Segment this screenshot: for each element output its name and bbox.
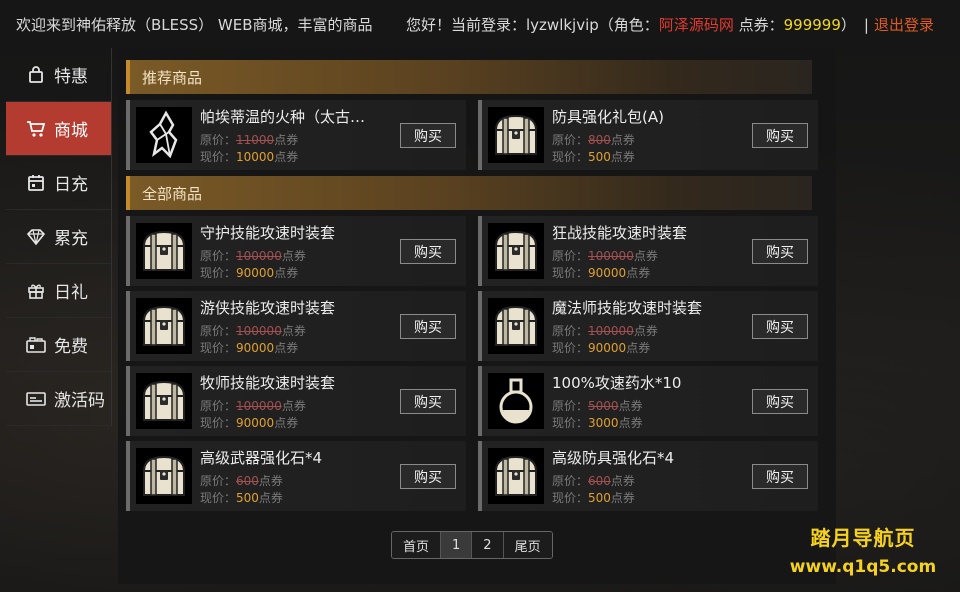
current-price: 现价：500点券 <box>552 491 635 505</box>
chest-icon <box>136 373 192 429</box>
product-name: 100%攻速药水*10 <box>552 374 682 392</box>
product-name: 狂战技能攻速时装套 <box>552 224 688 242</box>
buy-button[interactable]: 购买 <box>752 389 808 414</box>
role-name: 阿泽源码网 <box>658 15 734 34</box>
current-price: 现价：90000点券 <box>200 416 299 430</box>
product-name: 守护技能攻速时装套 <box>200 224 336 242</box>
user-info: 您好！当前登录：lyzwlkjvip（角色：阿泽源码网 点券：999999） | 退… <box>406 15 934 34</box>
original-price: 原价：100000点券 <box>552 249 658 263</box>
chest-icon <box>136 448 192 504</box>
sidebar-item-daily-recharge[interactable]: 日充 <box>6 156 111 210</box>
current-price: 现价：90000点券 <box>552 341 651 355</box>
potion-icon <box>488 373 544 429</box>
product-name: 魔法师技能攻速时装套 <box>552 299 703 317</box>
product-card: 100%攻速药水*10 原价：5000点券 现价：3000点券 购买 <box>478 366 818 436</box>
separator: | <box>863 15 869 34</box>
page-first-button[interactable]: 首页 <box>392 532 442 558</box>
current-price: 现价：90000点券 <box>200 266 299 280</box>
current-price: 现价：3000点券 <box>552 416 643 430</box>
buy-button[interactable]: 购买 <box>752 464 808 489</box>
free-icon <box>26 335 46 355</box>
sidebar-item-specials[interactable]: 特惠 <box>6 48 111 102</box>
cart-icon <box>26 119 46 139</box>
crystal-icon <box>136 107 192 163</box>
chest-icon <box>488 223 544 279</box>
buy-button[interactable]: 购买 <box>752 123 808 148</box>
section-header-recommended: 推荐商品 <box>126 60 812 94</box>
product-card: 防具强化礼包(A) 原价：800点券 现价：500点券 购买 <box>478 100 818 170</box>
original-price: 原价：100000点券 <box>552 324 658 338</box>
bag-icon <box>26 65 46 85</box>
product-name: 高级防具强化石*4 <box>552 449 675 467</box>
original-price: 原价：100000点券 <box>200 249 306 263</box>
original-price: 原价：800点券 <box>552 133 635 147</box>
chest-icon <box>488 298 544 354</box>
sidebar-nav: 特惠 商城 日充 累充 日礼 免费 激活码 <box>6 48 112 426</box>
page-last-button[interactable]: 尾页 <box>503 532 552 558</box>
pagination: 首页 1 2 尾页 <box>391 531 553 559</box>
diamond-icon <box>26 227 46 247</box>
page-2-button[interactable]: 2 <box>472 532 504 558</box>
buy-button[interactable]: 购买 <box>400 464 456 489</box>
card-icon <box>26 389 46 409</box>
main-panel: 推荐商品 全部商品 首页 1 2 尾页 帕埃蒂温的火种（太古… 原价：11000点… <box>118 48 836 584</box>
current-price: 现价：90000点券 <box>552 266 651 280</box>
sidebar-item-shop[interactable]: 商城 <box>6 102 111 156</box>
product-name: 防具强化礼包(A) <box>552 108 664 126</box>
current-price: 现价：90000点券 <box>200 341 299 355</box>
points-balance: 999999 <box>783 15 841 34</box>
current-price: 现价：10000点券 <box>200 150 299 164</box>
product-card: 高级武器强化石*4 原价：600点券 现价：500点券 购买 <box>126 441 466 511</box>
chest-icon <box>488 107 544 163</box>
product-card: 高级防具强化石*4 原价：600点券 现价：500点券 购买 <box>478 441 818 511</box>
greeting-text: 您好！当前登录： <box>406 15 527 34</box>
username: lyzwlkjvip <box>526 15 599 34</box>
buy-button[interactable]: 购买 <box>400 314 456 339</box>
original-price: 原价：100000点券 <box>200 399 306 413</box>
product-name: 牧师技能攻速时装套 <box>200 374 336 392</box>
section-header-all: 全部商品 <box>126 176 812 210</box>
product-card: 帕埃蒂温的火种（太古… 原价：11000点券 现价：10000点券 购买 <box>126 100 466 170</box>
product-card: 魔法师技能攻速时装套原价：100000点券 现价：90000点券 购买 <box>478 291 818 361</box>
product-card: 守护技能攻速时装套原价：100000点券 现价：90000点券 购买 <box>126 216 466 286</box>
product-card: 狂战技能攻速时装套原价：100000点券 现价：90000点券 购买 <box>478 216 818 286</box>
product-name: 高级武器强化石*4 <box>200 449 323 467</box>
original-price: 原价：100000点券 <box>200 324 306 338</box>
chest-icon <box>488 448 544 504</box>
top-bar: 欢迎来到神佑释放（BLESS） WEB商城，丰富的商品 您好！当前登录：lyzw… <box>0 0 960 48</box>
original-price: 原价：11000点券 <box>200 133 299 147</box>
sidebar-item-activation-code[interactable]: 激活码 <box>6 372 111 426</box>
product-card: 游侠技能攻速时装套原价：100000点券 现价：90000点券 购买 <box>126 291 466 361</box>
product-name: 游侠技能攻速时装套 <box>200 299 336 317</box>
buy-button[interactable]: 购买 <box>752 239 808 264</box>
current-price: 现价：500点券 <box>552 150 635 164</box>
page-1-button[interactable]: 1 <box>441 532 473 558</box>
chest-icon <box>136 223 192 279</box>
product-card: 牧师技能攻速时装套原价：100000点券 现价：90000点券 购买 <box>126 366 466 436</box>
buy-button[interactable]: 购买 <box>752 314 808 339</box>
original-price: 原价：600点券 <box>552 474 635 488</box>
current-price: 现价：500点券 <box>200 491 283 505</box>
chest-icon <box>136 298 192 354</box>
buy-button[interactable]: 购买 <box>400 389 456 414</box>
watermark-logo: 踏月导航页 www.q1q5.com <box>789 526 937 577</box>
product-name: 帕埃蒂温的火种（太古… <box>200 108 366 126</box>
original-price: 原价：600点券 <box>200 474 283 488</box>
original-price: 原价：5000点券 <box>552 399 643 413</box>
logout-link[interactable]: 退出登录 <box>874 16 934 34</box>
sidebar-item-daily-gift[interactable]: 日礼 <box>6 264 111 318</box>
gift-icon <box>26 281 46 301</box>
buy-button[interactable]: 购买 <box>400 123 456 148</box>
buy-button[interactable]: 购买 <box>400 239 456 264</box>
calendar-icon <box>26 173 46 193</box>
sidebar-item-free[interactable]: 免费 <box>6 318 111 372</box>
welcome-marquee: 欢迎来到神佑释放（BLESS） WEB商城，丰富的商品 <box>16 15 373 34</box>
sidebar-item-cumulative-recharge[interactable]: 累充 <box>6 210 111 264</box>
